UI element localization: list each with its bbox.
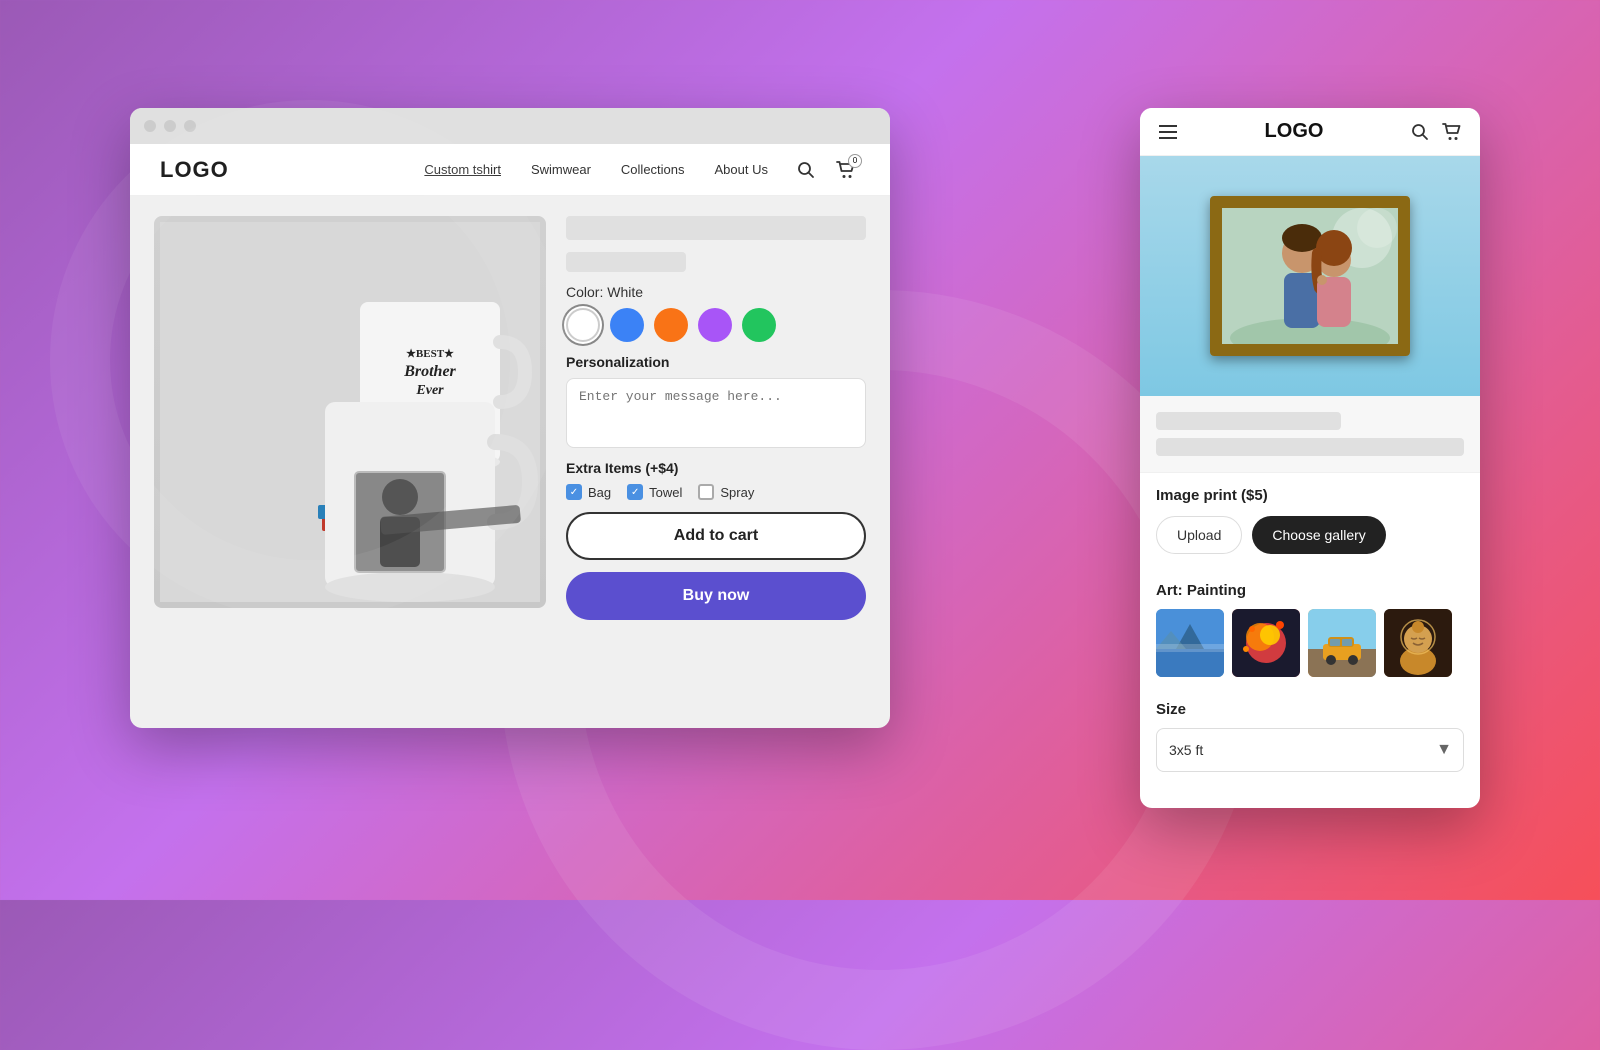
color-label: Color: White — [566, 284, 866, 300]
color-swatch-purple[interactable] — [698, 308, 732, 342]
mobile-logo: LOGO — [1265, 120, 1324, 143]
personalization-section: Personalization — [566, 354, 866, 448]
art-thumbnail-1[interactable] — [1156, 609, 1224, 677]
minimize-dot[interactable] — [164, 120, 176, 132]
nav-icons: 0 — [792, 156, 860, 184]
cart-count: 0 — [848, 154, 862, 168]
checkbox-towel-label: Towel — [649, 485, 682, 500]
couple-illustration — [1222, 208, 1398, 344]
nav-link-swimwear[interactable]: Swimwear — [531, 162, 591, 177]
color-swatch-blue[interactable] — [610, 308, 644, 342]
mobile-search-icon[interactable] — [1408, 120, 1432, 144]
mobile-desc-skeleton — [1156, 438, 1464, 456]
svg-text:ESSAYS that CHANGE: ESSAYS that CHANGE — [332, 510, 395, 516]
checkmark-bag: ✓ — [570, 487, 578, 498]
color-swatch-white[interactable] — [566, 308, 600, 342]
mobile-header: LOGO — [1140, 108, 1480, 156]
nav-link-custom-tshirt[interactable]: Custom tshirt — [424, 162, 501, 177]
svg-text:Ever: Ever — [415, 383, 444, 398]
add-to-cart-button[interactable]: Add to cart — [566, 512, 866, 560]
checkbox-spray-label: Spray — [720, 485, 754, 500]
extra-items-label: Extra Items (+$4) — [566, 460, 866, 476]
frame-inner — [1222, 208, 1398, 344]
buy-now-button[interactable]: Buy now — [566, 572, 866, 620]
personalization-input[interactable] — [566, 378, 866, 448]
image-print-title: Image print ($5) — [1156, 487, 1464, 504]
checkbox-spray[interactable]: Spray — [698, 484, 754, 500]
checkbox-row: ✓ Bag ✓ Towel Spray — [566, 484, 866, 500]
mobile-hero-bg — [1140, 156, 1480, 396]
checkmark-towel: ✓ — [631, 487, 639, 498]
svg-text:Brother: Brother — [403, 363, 456, 380]
color-swatches — [566, 308, 866, 342]
product-title-skeleton — [566, 216, 866, 240]
nav-link-collections[interactable]: Collections — [621, 162, 685, 177]
nav-logo: LOGO — [160, 157, 229, 183]
size-dropdown[interactable]: 3x5 ft — [1156, 728, 1464, 772]
mobile-skeleton-section — [1140, 396, 1480, 472]
mobile-title-skeleton — [1156, 412, 1341, 430]
search-icon[interactable] — [792, 156, 820, 184]
art-thumbnail-2[interactable] — [1232, 609, 1300, 677]
checkbox-spray-box — [698, 484, 714, 500]
size-title: Size — [1156, 701, 1464, 718]
mobile-hero-image — [1140, 156, 1480, 396]
product-price-skeleton — [566, 252, 686, 272]
upload-button[interactable]: Upload — [1156, 516, 1242, 554]
checkbox-towel[interactable]: ✓ Towel — [627, 484, 682, 500]
art-title: Art: Painting — [1156, 582, 1464, 599]
color-swatch-orange[interactable] — [654, 308, 688, 342]
color-swatch-green[interactable] — [742, 308, 776, 342]
frame-picture — [1210, 196, 1410, 356]
size-selected-value: 3x5 ft — [1169, 742, 1203, 758]
personalization-label: Personalization — [566, 354, 866, 370]
nav-links: Custom tshirt Swimwear Collections About… — [424, 162, 768, 177]
product-image-container: ★BEST★ Brother Ever ★ ★ ★ ESSAYS that CH… — [154, 216, 546, 608]
checkbox-bag[interactable]: ✓ Bag — [566, 484, 611, 500]
art-thumbnails — [1156, 609, 1464, 677]
size-dropdown-container: 3x5 ft ▼ — [1156, 728, 1464, 772]
left-window: LOGO Custom tshirt Swimwear Collections … — [130, 108, 890, 728]
art-section: Art: Painting — [1140, 568, 1480, 691]
product-area: ★BEST★ Brother Ever ★ ★ ★ ESSAYS that CH… — [130, 196, 890, 640]
mobile-cart-icon[interactable] — [1440, 120, 1464, 144]
extra-items-section: Extra Items (+$4) ✓ Bag ✓ Towel — [566, 460, 866, 500]
image-print-buttons: Upload Choose gallery — [1156, 516, 1464, 554]
product-image-svg: ★BEST★ Brother Ever ★ ★ ★ ESSAYS that CH… — [160, 222, 540, 602]
checkbox-bag-box: ✓ — [566, 484, 582, 500]
nav-link-about[interactable]: About Us — [715, 162, 768, 177]
svg-text:★BEST★: ★BEST★ — [406, 348, 454, 360]
mobile-image-print-section: Image print ($5) Upload Choose gallery — [1140, 472, 1480, 568]
hamburger-icon[interactable] — [1156, 120, 1180, 144]
close-dot[interactable] — [144, 120, 156, 132]
checkbox-bag-label: Bag — [588, 485, 611, 500]
color-section: Color: White — [566, 284, 866, 342]
product-image-bg: ★BEST★ Brother Ever ★ ★ ★ ESSAYS that CH… — [154, 216, 546, 608]
cart-icon[interactable]: 0 — [832, 156, 860, 184]
art-thumbnail-3[interactable] — [1308, 609, 1376, 677]
svg-text:★ ★ ★: ★ ★ ★ — [414, 402, 446, 413]
product-details: Color: White Personalization Extra Items… — [566, 216, 866, 620]
checkbox-towel-box: ✓ — [627, 484, 643, 500]
art-thumbnail-4[interactable] — [1384, 609, 1452, 677]
navbar: LOGO Custom tshirt Swimwear Collections … — [130, 144, 890, 196]
size-section: Size 3x5 ft ▼ — [1140, 691, 1480, 788]
titlebar — [130, 108, 890, 144]
choose-gallery-button[interactable]: Choose gallery — [1252, 516, 1385, 554]
right-window: LOGO — [1140, 108, 1480, 808]
maximize-dot[interactable] — [184, 120, 196, 132]
